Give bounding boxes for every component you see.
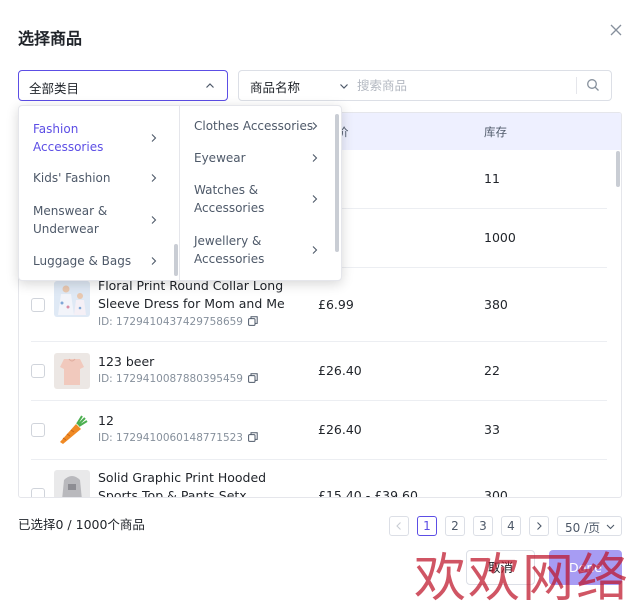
product-id: ID: 1729410087880395459 [98,373,258,385]
copy-icon[interactable] [248,373,258,383]
next-page-button[interactable] [529,516,549,536]
cascader-scrollbar[interactable] [335,114,339,252]
row-checkbox[interactable] [31,364,45,378]
row-stock: 11 [484,171,500,186]
chevron-left-icon [396,522,401,530]
copy-icon[interactable] [248,432,258,442]
search-divider [576,77,577,94]
product-thumbnail [54,412,90,448]
search-field-value: 商品名称 [250,80,301,95]
row-checkbox[interactable] [31,298,45,312]
category-cascader-dropdown: Fashion Accessories Kids' Fashion Menswe… [18,105,342,281]
row-stock: 22 [484,363,500,378]
product-name: Solid Graphic Print Hooded Sports Top & … [98,470,267,498]
cascader-level-2: Clothes Accessories Eyewear Watches & Ac… [180,106,341,280]
product-id: ID: 1729410060148771523 [98,432,258,444]
page-4-button[interactable]: 4 [501,516,521,536]
chevron-right-icon [537,522,542,530]
chevron-right-icon [312,122,318,130]
row-price: £6.99 [318,297,354,312]
chevron-down-icon [606,524,615,530]
row-price: £26.40 [318,363,362,378]
row-stock: 1000 [484,230,516,245]
cascader-item-watches-accessories[interactable]: Watches & Accessories [180,181,330,217]
search-icon[interactable] [586,78,600,92]
product-id-text: ID: 1729410060148771523 [98,432,243,444]
chevron-right-icon [151,257,157,265]
cascader-item-label: Menswear & Underwear [33,204,108,236]
cascader-item-label: Watches & Accessories [194,183,265,215]
cascader-item-luggage-bags[interactable]: Luggage & Bags [19,252,169,270]
row-checkbox[interactable] [31,423,45,437]
cascader-item-eyewear[interactable]: Eyewear [180,149,330,167]
table-row[interactable]: 123 beer ID: 1729410087880395459 £26.40 … [31,342,607,401]
cascader-level-1: Fashion Accessories Kids' Fashion Menswe… [19,106,180,280]
product-id: ID: 1729410437429758659 [98,316,258,328]
product-thumbnail [54,470,90,497]
search-box: 商品名称 [238,70,612,101]
column-header-stock: 库存 [484,125,507,139]
page-3-button[interactable]: 3 [473,516,493,536]
chevron-right-icon [312,246,318,254]
cascader-item-label: Clothes Accessories [194,119,314,133]
table-scrollbar[interactable] [616,151,620,187]
chevron-down-icon [340,84,348,89]
search-field-select[interactable]: 商品名称 [239,71,357,100]
chevron-right-icon [151,174,157,182]
row-price: £15.40 - £39.60 [318,488,418,498]
cascader-item-label: Fashion Accessories [33,122,104,154]
select-products-dialog: 选择商品 全部类目 商品名称 价 库存 00 [0,0,640,602]
row-stock: 300 [484,488,508,498]
cascader-item-menswear-underwear[interactable]: Menswear & Underwear [19,202,169,238]
product-id-text: ID: 1729410087880395459 [98,373,243,385]
row-stock: 380 [484,297,508,312]
row-stock: 33 [484,422,500,437]
cascader-item-label: Jewellery & Accessories [194,234,265,266]
cascader-item-fashion-accessories[interactable]: Fashion Accessories [19,120,169,156]
cascader-item-clothes-accessories[interactable]: Clothes Accessories [180,117,330,135]
close-icon[interactable] [608,22,624,38]
chevron-right-icon [312,195,318,203]
cancel-button[interactable]: 取消 [466,550,535,585]
category-select-value: 全部类目 [29,81,80,96]
cascader-scrollbar[interactable] [174,244,178,276]
page-1-button[interactable]: 1 [417,516,437,536]
table-row[interactable]: 12 ID: 1729410060148771523 £26.40 33 [31,401,607,460]
chevron-right-icon [151,134,157,142]
product-thumbnail [54,353,90,389]
cascader-item-kids-fashion[interactable]: Kids' Fashion [19,169,169,187]
row-checkbox[interactable] [31,488,45,497]
product-id-text: ID: 1729410437429758659 [98,316,243,328]
copy-icon[interactable] [248,316,258,326]
search-input[interactable] [357,75,577,96]
product-name: 123 beer [98,354,155,369]
selected-count: 已选择0 / 1000个商品 [18,517,145,532]
table-row[interactable]: Solid Graphic Print Hooded Sports Top & … [31,460,607,498]
cascader-item-label: Eyewear [194,151,246,165]
prev-page-button[interactable] [389,516,409,536]
cascader-item-label: Kids' Fashion [33,171,111,185]
cascader-item-label: Luggage & Bags [33,254,132,268]
page-size-value: 50 /页 [565,521,601,535]
chevron-up-icon [206,83,214,88]
category-select[interactable]: 全部类目 [18,70,228,101]
product-thumbnail [54,281,90,317]
dialog-title: 选择商品 [18,29,83,48]
done-button[interactable]: Done [549,550,622,585]
product-name: Floral Print Round Collar Long Sleeve Dr… [98,278,285,311]
cascader-item-jewellery-accessories[interactable]: Jewellery & Accessories [180,232,330,268]
page-size-select[interactable]: 50 /页 [557,516,622,536]
page-2-button[interactable]: 2 [445,516,465,536]
chevron-right-icon [312,154,318,162]
row-price: £26.40 [318,422,362,437]
product-name: 12 [98,413,114,428]
chevron-right-icon [151,216,157,224]
